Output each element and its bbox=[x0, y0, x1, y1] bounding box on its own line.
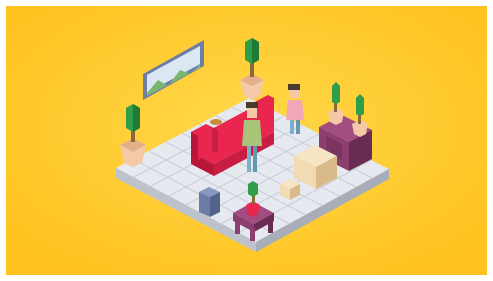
isometric-room-illustration bbox=[6, 6, 487, 275]
small-bowl bbox=[210, 119, 222, 125]
page-frame bbox=[0, 0, 493, 281]
blue-stool bbox=[199, 187, 220, 217]
